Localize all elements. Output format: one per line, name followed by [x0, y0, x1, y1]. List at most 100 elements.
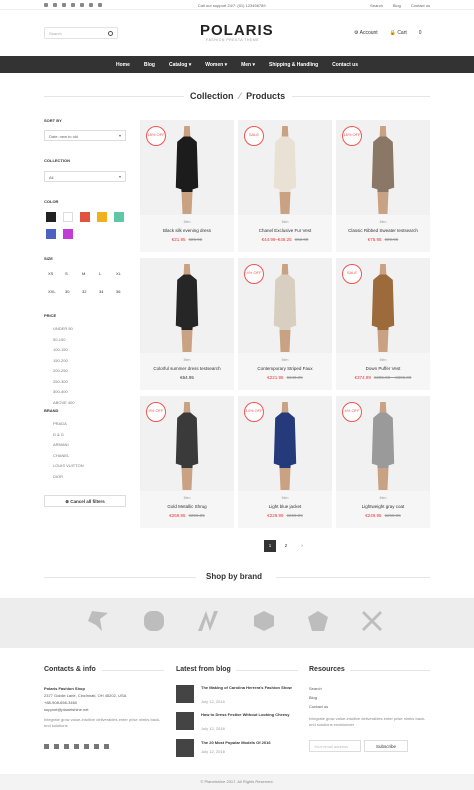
price-option[interactable]: UNDER 50 — [53, 326, 73, 331]
price-option[interactable]: 50-100 — [53, 337, 65, 342]
page-1[interactable]: 1 — [264, 540, 276, 552]
product-name[interactable]: Chanel Exclusive Fur Vest — [238, 228, 332, 233]
search-input[interactable]: Search — [44, 27, 118, 39]
size-option[interactable]: 30 — [65, 289, 69, 294]
price-option[interactable]: 200-250 — [53, 368, 68, 373]
nav-women[interactable]: Women ▾ — [205, 62, 227, 68]
youtube-icon[interactable] — [94, 744, 99, 749]
product-card[interactable]: 4% OFF Men Lightweight gray coat €249.95 €26… — [336, 396, 430, 528]
search-icon[interactable] — [108, 31, 113, 36]
twitter-icon[interactable] — [44, 744, 49, 749]
product-image[interactable]: SALE — [336, 258, 430, 353]
twitter-icon[interactable] — [44, 3, 48, 7]
subscribe-button[interactable]: Subscribe — [364, 740, 408, 752]
size-option[interactable]: XXL — [48, 289, 56, 294]
product-name[interactable]: Colorful summer dress testsearch — [140, 366, 234, 371]
google-plus-icon[interactable] — [71, 3, 75, 7]
product-category[interactable]: Men — [140, 496, 234, 500]
product-card[interactable]: 9% OFF Men Gold Metallic Shrug €269.95 €296.… — [140, 396, 234, 528]
account-link[interactable]: ⚙ Account — [354, 30, 378, 36]
product-card[interactable]: SALE Men Chanel Exclusive Fur Vest €44.99–€… — [238, 120, 332, 252]
brand-option[interactable]: LOUIS VUITTON — [53, 463, 84, 468]
facebook-icon[interactable] — [53, 3, 57, 7]
color-swatch[interactable] — [46, 229, 56, 239]
top-link-search[interactable]: Search — [370, 3, 383, 8]
product-category[interactable]: Men — [140, 358, 234, 362]
size-option[interactable]: 32 — [82, 289, 86, 294]
product-name[interactable]: Black silk evening dress — [140, 228, 234, 233]
brand-option[interactable]: ARMANI — [53, 442, 69, 447]
product-name[interactable]: Gold Metallic Shrug — [140, 504, 234, 509]
cancel-filters-button[interactable]: ⊗ Cancel all filters — [44, 495, 126, 507]
product-card[interactable]: 4% OFF Men Contemporary Striped Faux €221.9… — [238, 258, 332, 390]
pinterest-icon[interactable] — [64, 744, 69, 749]
top-link-contact[interactable]: Contact us — [411, 3, 430, 8]
color-swatch[interactable] — [63, 229, 73, 239]
size-option[interactable]: S — [65, 271, 68, 276]
cart-link[interactable]: 🔒 Cart — [390, 30, 407, 36]
product-category[interactable]: Men — [336, 358, 430, 362]
product-category[interactable]: Men — [238, 358, 332, 362]
product-category[interactable]: Men — [140, 220, 234, 224]
product-category[interactable]: Men — [336, 496, 430, 500]
top-link-blog[interactable]: Blog — [393, 3, 401, 8]
nav-shipping[interactable]: Shipping & Handling — [269, 62, 318, 68]
brand-option[interactable]: CHANEL — [53, 453, 69, 458]
product-image[interactable]: 4% OFF — [336, 396, 430, 491]
size-option[interactable]: M — [82, 271, 85, 276]
product-card[interactable]: SALE Men Down Puffer Vest €374.99 €385.00 – … — [336, 258, 430, 390]
instagram-icon[interactable] — [80, 3, 84, 7]
price-option[interactable]: 250-300 — [53, 379, 68, 384]
blog-post-title-2[interactable]: How to Dress Festive Without Looking Che… — [201, 712, 297, 718]
next-page-button[interactable]: › — [296, 540, 308, 552]
price-option[interactable]: 100-150 — [53, 347, 68, 352]
google-plus-icon[interactable] — [74, 744, 79, 749]
nav-catalog[interactable]: Catalog ▾ — [169, 62, 191, 68]
color-swatch[interactable] — [46, 212, 56, 222]
nav-contact[interactable]: Contact us — [332, 62, 358, 68]
blog-post-title-3[interactable]: The 20 Most Popular Models Of 2016 — [201, 740, 297, 745]
size-option[interactable]: XL — [116, 271, 121, 276]
blog-post-title-1[interactable]: The Making of Carolina Herrera's Fashion… — [201, 685, 297, 691]
product-card[interactable]: 18% OFF Men Black silk evening dress €21.95… — [140, 120, 234, 252]
facebook-icon[interactable] — [54, 744, 59, 749]
newsletter-email-input[interactable]: Your email address — [309, 740, 361, 752]
youtube-icon[interactable] — [89, 3, 93, 7]
linkedin-icon[interactable] — [98, 3, 102, 7]
nav-blog[interactable]: Blog — [144, 62, 155, 68]
product-name[interactable]: Light blue jacket — [238, 504, 332, 509]
product-image[interactable]: 9% OFF — [140, 396, 234, 491]
collection-select[interactable]: All — [44, 171, 126, 182]
page-2[interactable]: 2 — [280, 540, 292, 552]
footer-link-blog[interactable]: Blog — [309, 695, 317, 700]
pinterest-icon[interactable] — [62, 3, 66, 7]
product-category[interactable]: Men — [238, 496, 332, 500]
size-option[interactable]: XS — [48, 271, 53, 276]
sort-select[interactable]: Date: new to old — [44, 130, 126, 141]
blog-thumb-2[interactable] — [176, 712, 194, 730]
product-name[interactable]: Contemporary Striped Faux — [238, 366, 332, 371]
product-image[interactable]: 14% OFF — [238, 396, 332, 491]
product-image[interactable] — [140, 258, 234, 353]
size-option[interactable]: 34 — [99, 289, 103, 294]
color-swatch[interactable] — [97, 212, 107, 222]
nav-home[interactable]: Home — [116, 62, 130, 68]
linkedin-icon[interactable] — [104, 744, 109, 749]
product-card[interactable]: 18% OFF Men Classic Ribbed Sweater testsea… — [336, 120, 430, 252]
nav-men[interactable]: Men ▾ — [241, 62, 255, 68]
product-name[interactable]: Down Puffer Vest — [336, 366, 430, 371]
product-image[interactable]: SALE — [238, 120, 332, 215]
instagram-icon[interactable] — [84, 744, 89, 749]
logo[interactable]: POLARIS — [200, 22, 274, 39]
brand-logo-2[interactable] — [144, 611, 164, 631]
product-category[interactable]: Men — [336, 220, 430, 224]
blog-thumb-1[interactable] — [176, 685, 194, 703]
color-swatch[interactable] — [63, 212, 73, 222]
brand-option[interactable]: D & G — [53, 432, 64, 437]
product-image[interactable]: 18% OFF — [140, 120, 234, 215]
product-name[interactable]: Classic Ribbed Sweater testsearch — [336, 228, 430, 233]
size-option[interactable]: 36 — [116, 289, 120, 294]
price-option[interactable]: ABOVE 400 — [53, 400, 75, 405]
brand-option[interactable]: PRADA — [53, 421, 67, 426]
price-option[interactable]: 150-200 — [53, 358, 68, 363]
